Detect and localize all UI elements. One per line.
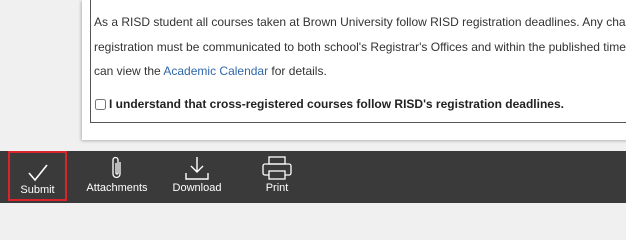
notice-box: As a RISD student all courses taken at B… xyxy=(90,0,626,123)
notice-line-3-suffix: for details. xyxy=(268,64,327,78)
print-label: Print xyxy=(265,182,289,194)
print-button[interactable]: Print xyxy=(259,151,295,203)
attachments-button[interactable]: Attachments xyxy=(84,151,150,203)
acknowledgement-row: I understand that cross-registered cours… xyxy=(95,97,564,111)
submit-label: Submit xyxy=(20,184,55,196)
form-sheet: As a RISD student all courses taken at B… xyxy=(82,0,626,140)
bottom-toolbar: Submit Attachments Download Print xyxy=(0,151,626,203)
attachments-label: Attachments xyxy=(86,182,148,194)
notice-line-3: can view the Academic Calendar for detai… xyxy=(94,59,626,84)
download-label: Download xyxy=(172,182,222,194)
notice-line-3-prefix: can view the xyxy=(94,64,164,78)
notice-line-2: registration must be communicated to bot… xyxy=(94,39,626,54)
acknowledgement-checkbox[interactable] xyxy=(95,98,106,110)
page-area: As a RISD student all courses taken at B… xyxy=(0,0,626,151)
submit-button[interactable]: Submit xyxy=(8,151,67,201)
notice-line-1: As a RISD student all courses taken at B… xyxy=(94,15,626,29)
academic-calendar-link[interactable]: Academic Calendar xyxy=(163,64,268,78)
checkmark-icon xyxy=(27,153,49,183)
printer-icon xyxy=(261,151,293,181)
notice-text: As a RISD student all courses taken at B… xyxy=(94,10,626,84)
acknowledgement-label[interactable]: I understand that cross-registered cours… xyxy=(109,97,564,111)
download-button[interactable]: Download xyxy=(169,151,225,203)
download-icon xyxy=(184,151,210,181)
paperclip-icon xyxy=(110,151,124,181)
